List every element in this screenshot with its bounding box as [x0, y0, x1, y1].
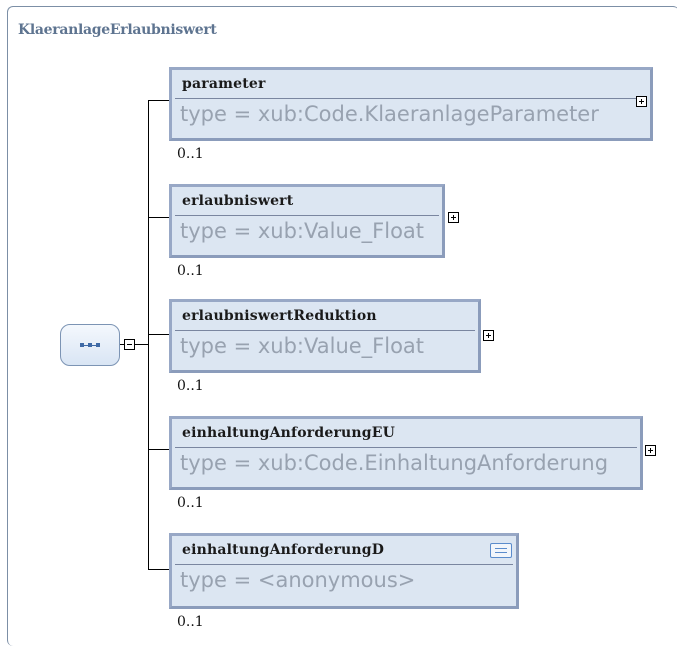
- cardinality: 0..1: [177, 146, 204, 162]
- element-type: type = xub:Code.EinhaltungAnforderung: [180, 451, 609, 475]
- expand-toggle[interactable]: [645, 445, 656, 456]
- element-type: type = xub:Value_Float: [180, 219, 425, 243]
- expand-toggle[interactable]: [636, 96, 647, 107]
- branch-line: [148, 334, 169, 335]
- branch-line: [148, 449, 169, 450]
- element-type: type = xub:Value_Float: [180, 334, 425, 358]
- expand-toggle[interactable]: [483, 330, 494, 341]
- cardinality: 0..1: [177, 495, 204, 511]
- collapse-toggle[interactable]: [124, 339, 135, 350]
- element-einhaltungAnforderungD[interactable]: einhaltungAnforderungD type = <anonymous…: [169, 533, 519, 609]
- element-name: erlaubniswert: [182, 193, 294, 209]
- anonymous-type-icon: [490, 543, 512, 558]
- element-divider: [175, 564, 513, 565]
- cardinality: 0..1: [177, 614, 204, 630]
- connector-line: [135, 344, 148, 345]
- element-name: erlaubniswertReduktion: [182, 308, 377, 324]
- cardinality: 0..1: [177, 378, 204, 394]
- element-divider: [175, 447, 637, 448]
- element-erlaubniswert[interactable]: erlaubniswert type = xub:Value_Float: [169, 184, 445, 258]
- element-type: type = <anonymous>: [180, 568, 416, 592]
- element-type: type = xub:Code.KlaeranlageParameter: [180, 102, 599, 126]
- element-erlaubniswertReduktion[interactable]: erlaubniswertReduktion type = xub:Value_…: [169, 299, 481, 373]
- element-divider: [175, 215, 439, 216]
- element-divider: [175, 330, 475, 331]
- element-einhaltungAnforderungEU[interactable]: einhaltungAnforderungEU type = xub:Code.…: [169, 416, 643, 490]
- cardinality: 0..1: [177, 263, 204, 279]
- branch-line: [148, 100, 169, 101]
- branch-line: [148, 569, 169, 570]
- sequence-icon: [80, 343, 100, 347]
- branch-line: [148, 217, 169, 218]
- element-parameter[interactable]: parameter type = xub:Code.KlaeranlagePar…: [169, 67, 653, 141]
- element-divider: [175, 98, 647, 99]
- element-name: einhaltungAnforderungEU: [182, 425, 396, 441]
- tree-trunk-line: [148, 100, 149, 570]
- expand-toggle[interactable]: [448, 212, 459, 223]
- element-name: einhaltungAnforderungD: [182, 542, 385, 558]
- sequence-compositor[interactable]: [60, 324, 120, 366]
- element-name: parameter: [182, 76, 266, 92]
- complex-type-title: KlaeranlageErlaubniswert: [18, 22, 217, 38]
